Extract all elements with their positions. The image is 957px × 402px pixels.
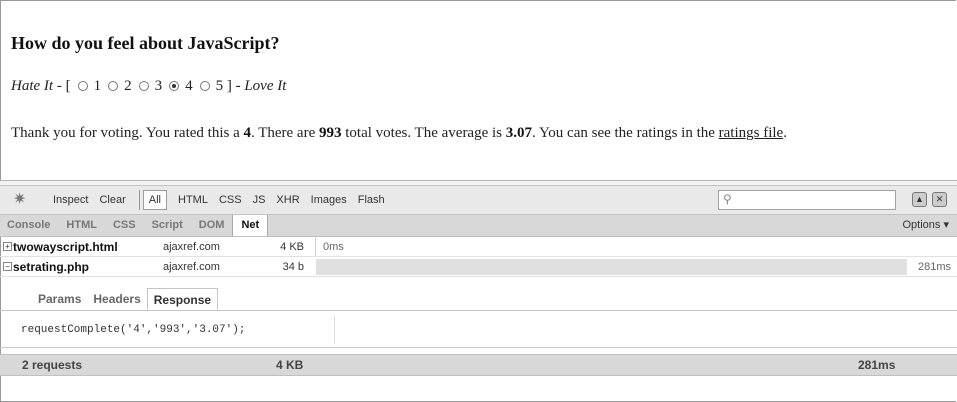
search-input[interactable]: ⚲ [718,190,896,210]
tab-console[interactable]: Console [0,215,58,236]
rating-radio-3[interactable] [138,80,149,91]
filter-xhr[interactable]: XHR [276,194,299,206]
options-menu[interactable]: Options ▾ [903,215,950,236]
tab-script[interactable]: Script [144,215,191,236]
request-domain: ajaxref.com [163,261,220,273]
request-time: 0ms [323,241,344,253]
result-text: . [783,125,787,141]
request-row[interactable]: + twowayscript.html ajaxref.com 4 KB 0ms [0,238,957,257]
subtab-headers[interactable]: Headers [87,288,146,310]
rating-open: - [ [53,78,71,94]
inspect-button[interactable]: Inspect [53,194,88,206]
tab-net[interactable]: Net [232,215,269,236]
request-file: setrating.php [13,260,90,274]
rating-label-1: 1 [93,78,102,94]
hate-label: Hate It [11,78,54,94]
subtab-params[interactable]: Params [32,288,87,310]
vote-result: Thank you for voting. You rated this a 4… [11,125,787,142]
summary-size: 4 KB [276,358,304,372]
firebug-toolbar: ✷ Inspect Clear All HTML CSS JS XHR Imag… [0,185,957,215]
filter-css[interactable]: CSS [219,194,242,206]
toolbar-divider [138,190,140,210]
request-row[interactable]: − setrating.php ajaxref.com 34 b 281ms [0,258,957,277]
total-votes: 993 [319,125,342,141]
request-size: 4 KB [280,241,304,253]
page-title: How do you feel about JavaScript? [11,33,280,53]
result-text: . You can see the ratings in the [532,125,719,141]
summary-requests: 2 requests [22,358,83,372]
request-detail-tabs: Params Headers Response [0,288,957,311]
ratings-file-link[interactable]: ratings file [719,125,784,141]
love-label: Love It [244,78,287,94]
request-size: 34 b [282,261,304,273]
subtab-response[interactable]: Response [146,288,219,310]
expand-icon[interactable]: + [3,242,12,251]
average-value: 3.07 [505,125,533,141]
filter-images[interactable]: Images [311,194,347,206]
result-text: . There are [250,125,319,141]
result-text: Thank you for voting. You rated this a [11,125,244,141]
rating-label-3: 3 [154,78,163,94]
request-time: 281ms [917,261,951,273]
rating-radio-5[interactable] [199,80,210,91]
filter-html[interactable]: HTML [178,194,208,206]
firebug-panel: ✷ Inspect Clear All HTML CSS JS XHR Imag… [0,180,957,402]
rated-value: 4 [243,125,251,141]
rating-label-5: 5 [215,78,224,94]
filter-js[interactable]: JS [253,194,266,206]
rating-label-4: 4 [185,78,193,94]
close-icon[interactable]: ✕ [932,192,947,207]
summary-row: 2 requests 4 KB 281ms [0,354,957,376]
summary-time: 281ms [858,358,896,372]
collapse-icon[interactable]: − [3,262,12,271]
timeline-bar [316,259,907,275]
minimize-icon[interactable]: ▲ [912,192,927,207]
rating-row: Hate It - [ 1 2 3 4 5 ] - Love It [11,78,286,95]
clear-button[interactable]: Clear [99,194,125,206]
rating-radio-2[interactable] [108,80,119,91]
request-file: twowayscript.html [13,240,118,254]
filter-all[interactable]: All [142,190,167,210]
result-text: total votes. The average is [341,125,506,141]
rating-radio-4[interactable] [169,80,180,91]
tab-dom[interactable]: DOM [191,215,233,236]
panel-tabs: Console HTML CSS Script DOM Net Options … [0,215,957,237]
firebug-icon[interactable]: ✷ [13,192,35,208]
divider [0,347,957,348]
request-domain: ajaxref.com [163,241,220,253]
rating-radio-1[interactable] [77,80,88,91]
search-icon: ⚲ [723,192,732,206]
filter-flash[interactable]: Flash [358,194,385,206]
rating-label-2: 2 [124,78,132,94]
rating-close: ] - [223,78,245,94]
tab-html[interactable]: HTML [58,215,105,236]
timeline-marker [315,238,316,256]
response-body: requestComplete('4','993','3.07'); [13,316,335,344]
tab-css[interactable]: CSS [105,215,144,236]
